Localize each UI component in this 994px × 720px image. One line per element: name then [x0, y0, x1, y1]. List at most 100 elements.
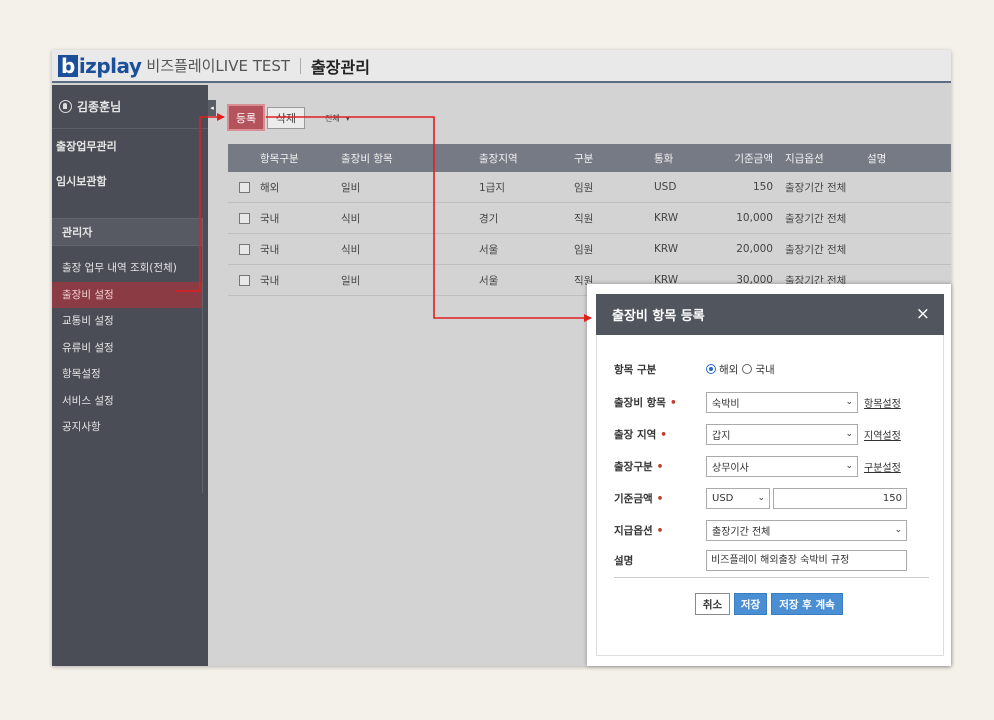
cell: 서울	[479, 243, 499, 256]
main-menu: 출장업무관리 임시보관함	[52, 129, 208, 209]
user-icon	[59, 100, 72, 113]
description-input[interactable]: 비즈플레이 해외출장 숙박비 규정	[706, 549, 907, 571]
brand-text: 비즈플레이LIVE TEST	[146, 57, 291, 75]
field-category: 항목 구분 해외 국내	[614, 358, 779, 380]
filter-all-dropdown[interactable]: 전체 ▾	[319, 111, 350, 124]
save-button[interactable]: 저장	[734, 593, 767, 615]
item-settings-link[interactable]: 항목설정	[864, 395, 901, 410]
modal-title: 출장비 항목 등록	[612, 309, 705, 324]
save-continue-button[interactable]: 저장 후 계속	[771, 593, 843, 615]
col-header-currency: 통화	[654, 152, 674, 165]
modal-buttons: 취소 저장 저장 후 계속	[695, 593, 843, 615]
admin-item-notices[interactable]: 공지사항	[52, 414, 202, 441]
type-settings-link[interactable]: 구분설정	[864, 459, 901, 474]
cell: 국내	[260, 212, 280, 225]
modal-divider	[614, 577, 929, 578]
bizplay-logo[interactable]: b izplay	[58, 53, 142, 78]
sidebar-divider	[202, 218, 203, 493]
field-label: 기준금액 •	[614, 492, 664, 505]
close-icon[interactable]: ×	[916, 305, 930, 323]
option-select-value: 출장기간 전체	[712, 526, 771, 538]
field-label: 설명	[614, 554, 634, 567]
admin-item-service-settings[interactable]: 서비스 설정	[52, 388, 202, 415]
admin-menu: 출장 업무 내역 조회(전체) 출장비 설정 교통비 설정 유류비 설정 항목설…	[52, 255, 202, 441]
type-select[interactable]: 상무이사 ⌄	[706, 455, 858, 477]
table-row[interactable]: 국내 식비 경기 직원 KRW 10,000 출장기간 전체	[228, 203, 951, 234]
menu-item-temp-storage[interactable]: 임시보관함	[56, 174, 208, 209]
option-select[interactable]: 출장기간 전체 ⌄	[706, 519, 907, 541]
amount-input[interactable]: 150	[773, 487, 907, 509]
expense-table: 항목구분 출장비 항목 출장지역 구분 통화 기준금액 지급옵션 설명 해외 일…	[228, 144, 951, 296]
col-header-amount: 기준금액	[734, 152, 773, 165]
radio-overseas[interactable]	[706, 364, 716, 374]
col-header-type: 구분	[574, 152, 594, 165]
type-select-value: 상무이사	[712, 462, 749, 474]
modal-header: 출장비 항목 등록 ×	[596, 294, 944, 335]
currency-select-value: USD	[712, 492, 734, 504]
cell: KRW	[654, 212, 679, 224]
logo-b: b	[58, 54, 78, 77]
row-checkbox[interactable]	[238, 181, 250, 193]
logo-text: izplay	[78, 53, 142, 78]
user-name: 김종훈님	[77, 100, 122, 114]
currency-select[interactable]: USD ⌄	[706, 487, 770, 509]
admin-item-transport-settings[interactable]: 교통비 설정	[52, 308, 202, 335]
field-label: 출장비 항목 •	[614, 396, 677, 409]
cell: 10,000	[736, 212, 773, 224]
cell: 출장기간 전체	[785, 212, 847, 225]
field-label: 출장구분 •	[614, 460, 664, 473]
region-select-value: 갑지	[712, 430, 731, 442]
item-select-value: 숙박비	[712, 398, 740, 410]
admin-item-item-settings[interactable]: 항목설정	[52, 361, 202, 388]
chevron-down-icon: ⌄	[894, 525, 902, 535]
cell: 일비	[341, 181, 361, 194]
field-type: 출장구분 • 상무이사 ⌄ 구분설정	[614, 455, 901, 477]
col-header-region: 출장지역	[479, 152, 518, 165]
item-select[interactable]: 숙박비 ⌄	[706, 391, 858, 413]
register-button[interactable]: 등록	[227, 104, 265, 131]
chevron-down-icon: ⌄	[845, 429, 853, 439]
cell: 국내	[260, 243, 280, 256]
cell: 직원	[574, 212, 594, 225]
admin-item-fuel-settings[interactable]: 유류비 설정	[52, 335, 202, 362]
cell: 식비	[341, 212, 361, 225]
menu-item-trip-management[interactable]: 출장업무관리	[56, 139, 208, 174]
chevron-down-icon: ⌄	[845, 397, 853, 407]
cell: 일비	[341, 274, 361, 287]
row-checkbox[interactable]	[238, 243, 250, 255]
cell: 임원	[574, 181, 594, 194]
col-header-item: 출장비 항목	[341, 152, 393, 165]
toolbar: 등록 삭제 전체 ▾	[227, 104, 350, 131]
admin-item-trip-expense-settings[interactable]: 출장비 설정	[52, 281, 202, 308]
admin-item-trip-history[interactable]: 출장 업무 내역 조회(전체)	[52, 255, 202, 282]
col-header-desc: 설명	[867, 152, 887, 165]
header-divider	[300, 57, 302, 74]
field-item: 출장비 항목 • 숙박비 ⌄ 항목설정	[614, 391, 901, 413]
table-row[interactable]: 해외 일비 1급지 임원 USD 150 출장기간 전체	[228, 172, 951, 203]
radio-label-domestic: 국내	[755, 363, 775, 376]
region-select[interactable]: 갑지 ⌄	[706, 423, 858, 445]
table-row[interactable]: 국내 식비 서울 임원 KRW 20,000 출장기간 전체	[228, 234, 951, 265]
region-settings-link[interactable]: 지역설정	[864, 427, 901, 442]
row-checkbox[interactable]	[238, 274, 250, 286]
cell: 국내	[260, 274, 280, 287]
chevron-down-icon: ⌄	[757, 493, 765, 503]
delete-button[interactable]: 삭제	[267, 106, 305, 129]
radio-domestic[interactable]	[742, 364, 753, 374]
cell: USD	[654, 181, 677, 193]
cell: KRW	[654, 243, 679, 255]
field-description: 설명 비즈플레이 해외출장 숙박비 규정	[614, 549, 907, 571]
user-profile[interactable]: 김종훈님	[52, 85, 208, 129]
page-title: 출장관리	[311, 57, 370, 77]
admin-section-header[interactable]: 관리자	[52, 218, 202, 246]
cell: 경기	[479, 212, 499, 225]
filter-all-label: 전체	[325, 114, 340, 123]
app-header: b izplay 비즈플레이LIVE TEST 출장관리	[52, 50, 951, 83]
modal-body: 항목 구분 해외 국내 출장비 항목 • 숙박비 ⌄ 항목설정 출장 지역 • 갑지…	[596, 335, 944, 656]
cell: 1급지	[479, 181, 506, 194]
row-checkbox[interactable]	[238, 212, 250, 224]
cancel-button[interactable]: 취소	[695, 593, 730, 615]
col-header-option: 지급옵션	[785, 152, 824, 165]
field-region: 출장 지역 • 갑지 ⌄ 지역설정	[614, 423, 901, 445]
cell: 식비	[341, 243, 361, 256]
